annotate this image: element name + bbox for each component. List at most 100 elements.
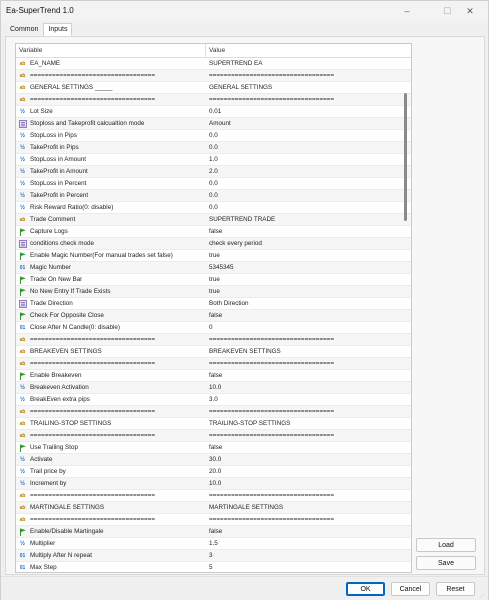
value-cell[interactable]: GENERAL SETTINGS bbox=[206, 84, 411, 91]
table-row[interactable]: ab ================================== ====… bbox=[16, 430, 411, 442]
cancel-button[interactable]: Cancel bbox=[391, 582, 430, 596]
table-row[interactable]: 01 Magic Number 5345345 bbox=[16, 262, 411, 274]
table-row[interactable]: Check For Opposite Close false bbox=[16, 310, 411, 322]
value-cell[interactable]: 1.0 bbox=[206, 156, 411, 163]
table-row[interactable]: ab ================================== ====… bbox=[16, 334, 411, 346]
column-header-variable[interactable]: Variable bbox=[16, 44, 206, 57]
value-cell[interactable]: ================================== bbox=[206, 516, 411, 523]
value-cell[interactable]: 3 bbox=[206, 552, 411, 559]
table-row[interactable]: ½ StopLoss in Percent 0.0 bbox=[16, 178, 411, 190]
value-cell[interactable]: 5345345 bbox=[206, 264, 411, 271]
ok-button[interactable]: OK bbox=[346, 582, 385, 596]
value-cell[interactable]: 30.0 bbox=[206, 456, 411, 463]
table-row[interactable]: ab ================================== ====… bbox=[16, 514, 411, 526]
load-button[interactable]: Load bbox=[416, 538, 476, 552]
table-row[interactable]: ab BREAKEVEN SETTINGS BREAKEVEN SETTINGS bbox=[16, 346, 411, 358]
table-row[interactable]: ½ Breakeven Activation 10.0 bbox=[16, 382, 411, 394]
title-bar[interactable]: Ea-SuperTrend 1.0 – ☐ ✕ bbox=[1, 1, 488, 21]
value-cell[interactable]: ================================== bbox=[206, 432, 411, 439]
column-header-value[interactable]: Value bbox=[206, 44, 411, 57]
table-row[interactable]: Enable Magic Number(For manual trades se… bbox=[16, 250, 411, 262]
table-row[interactable]: ab Trade Comment SUPERTREND TRADE bbox=[16, 214, 411, 226]
table-row[interactable]: ab EA_NAME SUPERTREND EA bbox=[16, 58, 411, 70]
reset-button[interactable]: Reset bbox=[436, 582, 475, 596]
value-cell[interactable]: MARTINGALE SETTINGS bbox=[206, 504, 411, 511]
table-row[interactable]: Trade Direction Both Direction bbox=[16, 298, 411, 310]
table-row[interactable]: ab ================================== ====… bbox=[16, 94, 411, 106]
table-row[interactable]: ½ Increment by 10.0 bbox=[16, 478, 411, 490]
value-cell[interactable]: ================================== bbox=[206, 408, 411, 415]
table-row[interactable]: Capture Logs false bbox=[16, 226, 411, 238]
table-row[interactable]: ab ================================== ====… bbox=[16, 490, 411, 502]
value-cell[interactable]: 5 bbox=[206, 564, 411, 571]
table-row[interactable]: ab ================================== ====… bbox=[16, 70, 411, 82]
scrollbar-thumb[interactable] bbox=[404, 93, 407, 221]
value-cell[interactable]: 10.0 bbox=[206, 384, 411, 391]
table-row[interactable]: ½ TakeProfit in Amount 2.0 bbox=[16, 166, 411, 178]
value-cell[interactable]: 0.0 bbox=[206, 132, 411, 139]
close-icon[interactable]: ✕ bbox=[450, 1, 489, 21]
value-cell[interactable]: false bbox=[206, 372, 411, 379]
value-cell[interactable]: true bbox=[206, 276, 411, 283]
table-row[interactable]: 01 Max Step 5 bbox=[16, 562, 411, 572]
table-row[interactable]: No New Entry If Trade Exists true bbox=[16, 286, 411, 298]
table-row[interactable]: 01 Close After N Candle(0: disable) 0 bbox=[16, 322, 411, 334]
value-cell[interactable]: ================================== bbox=[206, 336, 411, 343]
table-row[interactable]: ab GENERAL SETTINGS _____ GENERAL SETTINGS bbox=[16, 82, 411, 94]
tab-common[interactable]: Common bbox=[5, 23, 43, 36]
value-cell[interactable]: true bbox=[206, 288, 411, 295]
table-row[interactable]: 01 Multiply After N repeat 3 bbox=[16, 550, 411, 562]
value-cell[interactable]: BREAKEVEN SETTINGS bbox=[206, 348, 411, 355]
value-cell[interactable]: ================================== bbox=[206, 360, 411, 367]
value-cell[interactable]: 2.0 bbox=[206, 168, 411, 175]
value-cell[interactable]: 20.0 bbox=[206, 468, 411, 475]
table-row[interactable]: ½ Trail price by 20.0 bbox=[16, 466, 411, 478]
table-row[interactable]: ½ BreakEven extra pips 3.0 bbox=[16, 394, 411, 406]
table-row[interactable]: ½ TakeProfit in Percent 0.0 bbox=[16, 190, 411, 202]
value-cell[interactable]: Amount bbox=[206, 120, 411, 127]
tab-inputs[interactable]: Inputs bbox=[43, 23, 73, 36]
table-row[interactable]: Enable Breakeven false bbox=[16, 370, 411, 382]
value-cell[interactable]: true bbox=[206, 252, 411, 259]
table-row[interactable]: ab TRAILING-STOP SETTINGS TRAILING-STOP SE… bbox=[16, 418, 411, 430]
value-cell[interactable]: ================================== bbox=[206, 492, 411, 499]
table-row[interactable]: Stoploss and Takeprofit calcualtion mode… bbox=[16, 118, 411, 130]
value-cell[interactable]: ================================== bbox=[206, 96, 411, 103]
value-cell[interactable]: TRAILING-STOP SETTINGS bbox=[206, 420, 411, 427]
value-cell[interactable]: ================================== bbox=[206, 72, 411, 79]
value-cell[interactable]: 10.0 bbox=[206, 480, 411, 487]
value-cell[interactable]: 0.0 bbox=[206, 144, 411, 151]
table-row[interactable]: ½ Risk Reward Ratio(0: disable) 0.0 bbox=[16, 202, 411, 214]
table-row[interactable]: ½ Lot Size 0.01 bbox=[16, 106, 411, 118]
value-cell[interactable]: SUPERTREND TRADE bbox=[206, 216, 411, 223]
table-row[interactable]: conditions check mode check every period bbox=[16, 238, 411, 250]
value-cell[interactable]: false bbox=[206, 528, 411, 535]
table-row[interactable]: ab ================================== ====… bbox=[16, 406, 411, 418]
value-cell[interactable]: 0.01 bbox=[206, 108, 411, 115]
value-cell[interactable]: 0 bbox=[206, 324, 411, 331]
table-row[interactable]: ½ TakeProfit in Pips 0.0 bbox=[16, 142, 411, 154]
minimize-icon[interactable]: – bbox=[387, 1, 427, 21]
value-cell[interactable]: false bbox=[206, 444, 411, 451]
table-row[interactable]: ½ Activate 30.0 bbox=[16, 454, 411, 466]
value-cell[interactable]: 0.0 bbox=[206, 180, 411, 187]
value-cell[interactable]: 3.0 bbox=[206, 396, 411, 403]
value-cell[interactable]: SUPERTREND EA bbox=[206, 60, 411, 67]
value-cell[interactable]: 1.5 bbox=[206, 540, 411, 547]
value-cell[interactable]: 0.0 bbox=[206, 192, 411, 199]
table-row[interactable]: ½ StopLoss in Amount 1.0 bbox=[16, 154, 411, 166]
table-row[interactable]: ½ StopLoss in Pips 0.0 bbox=[16, 130, 411, 142]
value-cell[interactable]: false bbox=[206, 312, 411, 319]
resize-grip-icon[interactable]: ⋰ bbox=[480, 593, 486, 599]
save-button[interactable]: Save bbox=[416, 556, 476, 570]
value-cell[interactable]: check every period bbox=[206, 240, 411, 247]
value-cell[interactable]: 0.0 bbox=[206, 204, 411, 211]
table-row[interactable]: Enable/Disable Martingale false bbox=[16, 526, 411, 538]
table-row[interactable]: ½ Multiplier 1.5 bbox=[16, 538, 411, 550]
value-cell[interactable]: false bbox=[206, 228, 411, 235]
table-row[interactable]: Use Trailing Stop false bbox=[16, 442, 411, 454]
value-cell[interactable]: Both Direction bbox=[206, 300, 411, 307]
table-row[interactable]: Trade On New Bar true bbox=[16, 274, 411, 286]
vertical-scrollbar[interactable] bbox=[402, 87, 410, 600]
table-row[interactable]: ab ================================== ====… bbox=[16, 358, 411, 370]
